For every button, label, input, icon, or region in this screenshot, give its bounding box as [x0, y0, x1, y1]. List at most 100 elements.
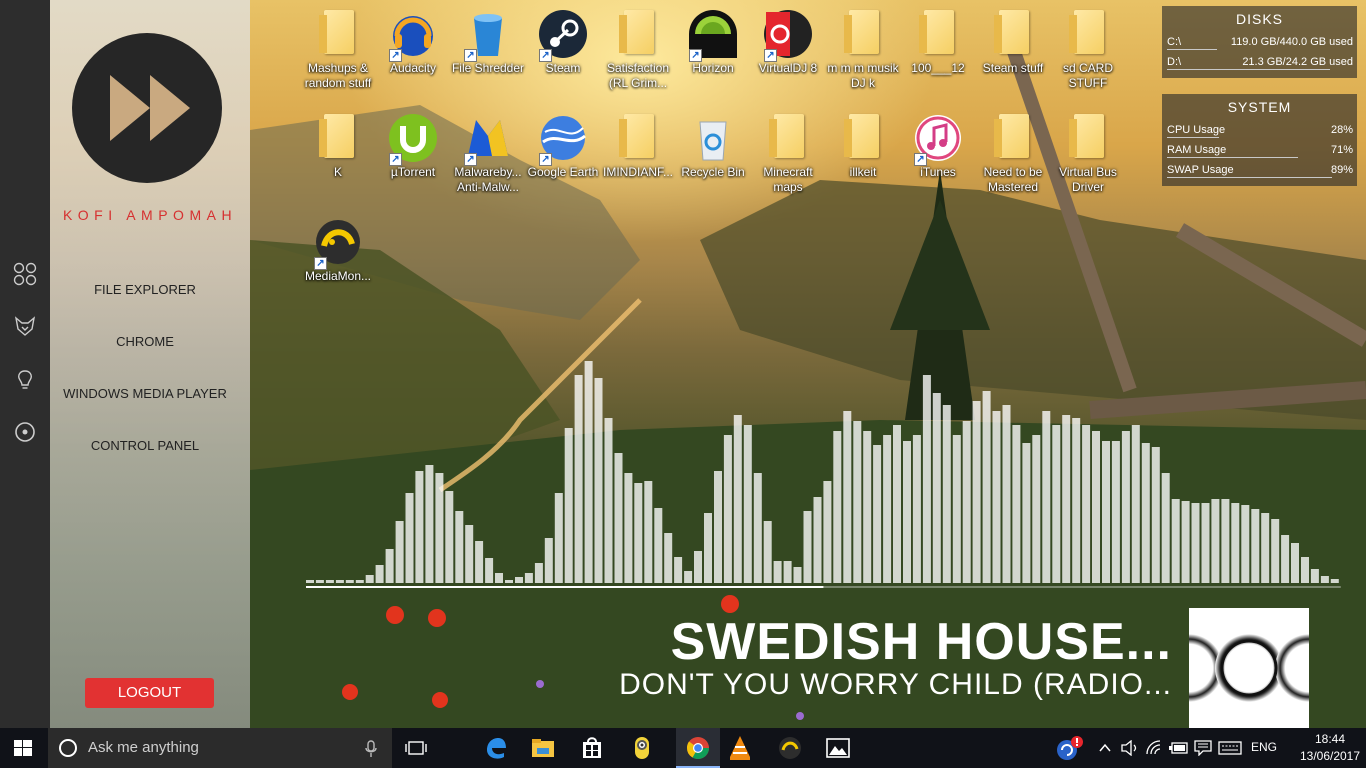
minion-app-icon[interactable]	[629, 735, 655, 761]
mediamonkey-icon: ↗	[312, 216, 364, 270]
audacity-icon: ↗	[387, 8, 439, 62]
chrome-taskbar-button[interactable]	[676, 728, 720, 768]
chevron-up-icon[interactable]	[1099, 742, 1111, 754]
shortcut-arrow-icon: ↗	[764, 49, 777, 62]
metric-name: CPU Usage	[1167, 124, 1226, 136]
edge-icon[interactable]	[484, 736, 508, 760]
metric-bar	[1167, 137, 1219, 138]
desktop-icon[interactable]: sd CARD STUFF	[1050, 8, 1126, 91]
folder-icon	[837, 8, 889, 60]
record-icon[interactable]	[13, 420, 37, 444]
desktop-icon-label: File Shredder	[451, 61, 525, 75]
system-title: SYSTEM	[1227, 99, 1292, 115]
search-box[interactable]: Ask me anything	[48, 728, 392, 768]
folder-icon	[987, 8, 1039, 60]
desktop-icon-label: iTunes	[920, 165, 956, 179]
lightbulb-icon[interactable]	[13, 368, 37, 392]
shortcut-arrow-icon: ↗	[389, 153, 402, 166]
desktop-icon[interactable]: Recycle Bin	[675, 112, 751, 180]
google-earth-icon: ↗	[537, 112, 589, 166]
store-icon[interactable]	[580, 736, 604, 760]
desktop-icon[interactable]: Steam stuff	[975, 8, 1051, 76]
file-shredder-icon: ↗	[462, 8, 514, 62]
desktop-icon-label: Mashups & random stuff	[304, 61, 372, 90]
battery-icon[interactable]	[1169, 741, 1189, 755]
desktop-icon-label: Malwareby... Anti-Malw...	[454, 165, 522, 194]
disk-usage-bar	[1167, 69, 1330, 70]
menu-item-windows-media-player[interactable]: WINDOWS MEDIA PLAYER	[50, 386, 240, 401]
disk-usage-bar	[1167, 49, 1217, 50]
language-indicator[interactable]: ENG	[1251, 740, 1277, 754]
desktop-icon[interactable]: Need to be Mastered	[975, 112, 1051, 195]
desktop-icon-label: VirtualDJ 8	[758, 61, 818, 75]
desktop-icon[interactable]: ↗ Malwareby... Anti-Malw...	[450, 112, 526, 195]
metric-name: RAM Usage	[1167, 144, 1227, 156]
keyboard-icon[interactable]	[1218, 741, 1242, 755]
desktop-icon[interactable]: K	[300, 112, 376, 180]
desktop-icon[interactable]: illkeit	[825, 112, 901, 180]
desktop-icon[interactable]: Minecraft maps	[750, 112, 826, 195]
desktop-icon-label: sd CARD STUFF	[1062, 61, 1113, 90]
desktop-icon-label: Virtual Bus Driver	[1059, 165, 1117, 194]
desktop-icon-label: K	[333, 165, 342, 179]
desktop-icon[interactable]: ↗ MediaMon...	[300, 216, 376, 284]
desktop-icon-label: µTorrent	[390, 165, 436, 179]
menu-item-control-panel[interactable]: CONTROL PANEL	[50, 438, 240, 453]
disk-name: C:\	[1167, 36, 1182, 48]
desktop-icon-label: Need to be Mastered	[983, 165, 1043, 194]
vlc-icon[interactable]	[728, 735, 752, 761]
desktop-icon-label: Satisfaction (RL Grim...	[606, 61, 670, 90]
desktop-icon-label: 100___12	[911, 61, 965, 75]
malwarebytes-icon: ↗	[462, 112, 514, 166]
system-widget: SYSTEM CPU Usage 28% RAM Usage 71% SWAP …	[1162, 94, 1357, 186]
shortcut-arrow-icon: ↗	[464, 49, 477, 62]
desktop-icon[interactable]: ↗ iTunes	[900, 112, 976, 180]
metric-value: 71%	[1330, 144, 1353, 156]
system-row: RAM Usage 71%	[1162, 140, 1357, 160]
track-title: DON'T YOU WORRY CHILD (RADIO...	[619, 668, 1172, 701]
windows-start-icon[interactable]	[14, 740, 32, 756]
desktop-icon-label: illkeit	[849, 165, 877, 179]
search-input[interactable]: Ask me anything	[88, 739, 199, 756]
apps-grid-icon[interactable]	[13, 262, 37, 286]
microphone-icon[interactable]	[364, 740, 378, 758]
desktop-icon-label: Steam stuff	[982, 61, 1044, 75]
task-view-icon[interactable]	[405, 740, 427, 756]
clock-date[interactable]: 13/06/2017	[1291, 749, 1366, 763]
desktop-icon[interactable]: IMINDIANF...	[600, 112, 676, 180]
itunes-icon: ↗	[912, 112, 964, 166]
clock-time[interactable]: 18:44	[1306, 732, 1354, 746]
logout-button[interactable]: LOGOUT	[85, 678, 214, 708]
disk-row: D:\ 21.3 GB/24.2 GB used	[1162, 52, 1357, 72]
desktop-icon[interactable]: ↗ File Shredder	[450, 8, 526, 76]
desktop-icon[interactable]: Satisfaction (RL Grim...	[600, 8, 676, 91]
desktop-icon[interactable]: ↗ Google Earth	[525, 112, 601, 180]
update-alert-icon[interactable]	[1055, 735, 1085, 761]
desktop-icon[interactable]: ↗ µTorrent	[375, 112, 451, 180]
volume-icon[interactable]	[1121, 740, 1139, 756]
desktop-icon[interactable]: 100___12	[900, 8, 976, 76]
file-explorer-icon[interactable]	[531, 736, 555, 760]
desktop-icon[interactable]: ↗ Horizon	[675, 8, 751, 76]
recycle-bin-icon	[687, 112, 739, 164]
wifi-icon[interactable]	[1146, 740, 1164, 756]
mediamonkey-icon[interactable]	[777, 735, 803, 761]
fast-forward-logo	[72, 33, 222, 183]
desktop-icon[interactable]: ↗ VirtualDJ 8	[750, 8, 826, 76]
metric-bar	[1167, 177, 1332, 178]
photos-icon[interactable]	[826, 736, 850, 760]
folder-icon	[612, 8, 664, 60]
desktop-icon[interactable]: Mashups & random stuff	[300, 8, 376, 91]
menu-item-chrome[interactable]: CHROME	[50, 334, 240, 349]
fox-icon[interactable]	[13, 314, 37, 338]
desktop-icon[interactable]: ↗ Audacity	[375, 8, 451, 76]
taskbar: Ask me anything ENG 18:44 13/06/2017	[0, 728, 1366, 768]
launcher-strip	[0, 0, 50, 728]
cortana-icon	[59, 739, 77, 757]
desktop-icon[interactable]: Virtual Bus Driver	[1050, 112, 1126, 195]
desktop-icon[interactable]: ↗ Steam	[525, 8, 601, 76]
notifications-icon[interactable]	[1194, 740, 1212, 756]
menu-item-file-explorer[interactable]: FILE EXPLORER	[50, 282, 240, 297]
desktop-icon-label: Minecraft maps	[763, 165, 813, 194]
desktop-icon[interactable]: m m m musik DJ k	[825, 8, 901, 91]
